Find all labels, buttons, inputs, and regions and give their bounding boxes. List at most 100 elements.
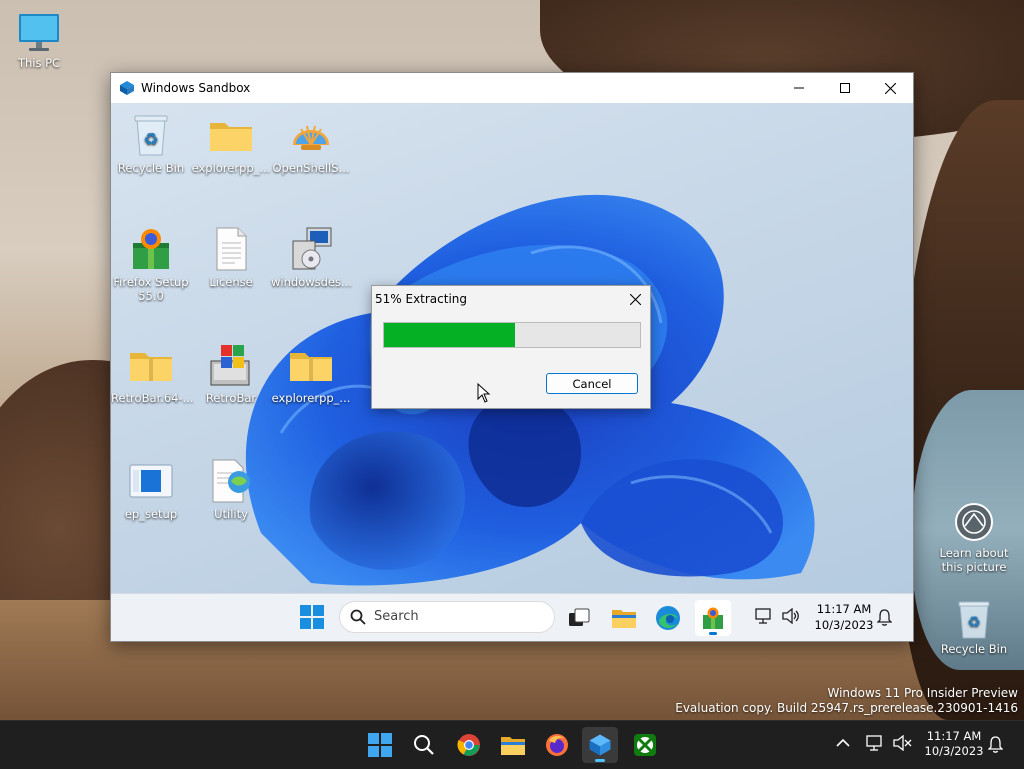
windows-sandbox-taskbar-button[interactable] xyxy=(582,727,618,763)
volume-muted-icon xyxy=(893,734,912,752)
minimize-button[interactable] xyxy=(776,73,822,103)
sandbox-network-icon-button[interactable] xyxy=(755,608,773,627)
notification-button[interactable] xyxy=(987,736,1004,756)
sandbox-clock[interactable]: 11:17 AM 10/3/2023 xyxy=(809,601,879,633)
active-app-indicator xyxy=(595,759,605,762)
sandbox-icon-firefox-setup[interactable]: Firefox Setup 55.0 xyxy=(111,225,191,303)
desktop-icon-label: License xyxy=(209,275,253,289)
desktop-icon-recycle-bin[interactable]: ♻ Recycle Bin xyxy=(937,598,1011,656)
windows-sandbox-icon xyxy=(120,81,134,95)
sandbox-firefox-setup-taskbar-button[interactable] xyxy=(695,600,731,636)
volume-button[interactable] xyxy=(892,734,912,754)
window-title: Windows Sandbox xyxy=(141,81,251,95)
host-taskbar: 11:17 AM 10/3/2023 xyxy=(0,720,1024,769)
clock-time: 11:17 AM xyxy=(816,602,872,616)
installer-icon xyxy=(292,227,332,270)
network-button[interactable] xyxy=(866,735,884,754)
retrobar-icon xyxy=(210,345,250,386)
chrome-button[interactable] xyxy=(451,727,487,763)
xbox-button[interactable] xyxy=(627,727,663,763)
sandbox-icon-recycle-bin[interactable]: ♻ Recycle Bin xyxy=(111,111,191,175)
folder-zip-icon xyxy=(210,123,252,151)
firefox-setup-icon xyxy=(133,229,169,269)
bell-icon xyxy=(987,736,1004,753)
file-explorer-button[interactable] xyxy=(495,727,531,763)
extraction-progress-bar xyxy=(383,322,641,348)
sandbox-icon-explorerpp-2[interactable]: explorerpp_... xyxy=(271,341,351,405)
minimize-icon xyxy=(794,87,804,89)
sandbox-icon-retrobar[interactable]: RetroBar xyxy=(191,341,271,405)
desktop-icon-label: Firefox Setup 55.0 xyxy=(113,275,189,303)
chrome-icon xyxy=(457,734,480,756)
recycle-bin-icon: ♻ xyxy=(134,115,168,156)
sandbox-notification-button[interactable] xyxy=(876,609,893,629)
desktop-icon-this-pc[interactable]: This PC xyxy=(2,10,76,70)
maximize-button[interactable] xyxy=(822,73,868,103)
extracting-dialog[interactable]: 51% Extracting Cancel xyxy=(371,285,651,409)
progress-fill xyxy=(384,323,515,347)
chevron-up-icon xyxy=(836,738,850,747)
monitor-icon xyxy=(19,14,59,51)
sandbox-icon-license[interactable]: License xyxy=(191,225,271,289)
active-app-indicator xyxy=(709,632,717,635)
edge-icon xyxy=(656,606,680,630)
desktop-icon-learn-about-picture[interactable]: Learn about this picture xyxy=(937,502,1011,574)
xbox-icon xyxy=(634,734,656,756)
search-icon xyxy=(414,735,434,755)
desktop-icon-label: OpenShellS... xyxy=(272,161,350,175)
sandbox-task-view-button[interactable] xyxy=(563,602,595,634)
svg-text:♻: ♻ xyxy=(967,613,980,631)
file-explorer-icon xyxy=(501,737,525,755)
desktop-icon-label: windowsdes... xyxy=(271,275,352,289)
dialog-close-button[interactable] xyxy=(624,289,646,309)
firefox-button[interactable] xyxy=(539,727,575,763)
watermark-line-1: Windows 11 Pro Insider Preview xyxy=(827,686,1018,700)
sandbox-icon-explorerpp-1[interactable]: explorerpp_... xyxy=(191,111,271,175)
desktop-icon-label: RetroBar xyxy=(205,391,257,405)
sandbox-titlebar[interactable]: Windows Sandbox xyxy=(111,73,913,103)
recycle-bin-icon: ♻ xyxy=(958,601,990,639)
dialog-title: 51% Extracting xyxy=(375,292,468,306)
camera-info-icon xyxy=(955,503,993,541)
watermark-line-2: Evaluation copy. Build 25947.rs_prerelea… xyxy=(675,701,1018,715)
sandbox-volume-button[interactable] xyxy=(781,607,801,627)
sandbox-icon-retrobar-zip[interactable]: RetroBar.64-... xyxy=(111,341,194,405)
sandbox-icon-windowsdesktop[interactable]: windowsdes... xyxy=(271,225,352,289)
svg-text:♻: ♻ xyxy=(143,130,158,150)
sandbox-start-button[interactable] xyxy=(297,602,327,632)
sandbox-file-explorer-button[interactable] xyxy=(608,602,640,634)
cancel-button[interactable]: Cancel xyxy=(546,373,638,394)
ep-setup-icon xyxy=(129,464,173,498)
volume-icon xyxy=(782,607,799,625)
taskbar-search-button[interactable] xyxy=(406,727,442,763)
search-icon xyxy=(350,609,366,625)
network-icon xyxy=(755,608,771,624)
close-button[interactable] xyxy=(867,73,913,103)
desktop-icon-label: Utility xyxy=(214,507,248,521)
show-hidden-icons-button[interactable] xyxy=(836,737,850,751)
desktop-icon-label: This PC xyxy=(17,56,61,70)
clock-date: 10/3/2023 xyxy=(814,618,874,632)
firefox-icon xyxy=(546,734,568,756)
start-button[interactable] xyxy=(362,727,398,763)
firefox-setup-icon xyxy=(703,607,723,629)
sandbox-edge-button[interactable] xyxy=(652,602,684,634)
sandbox-search-box[interactable]: Search xyxy=(339,601,555,633)
desktop-icon-label: ep_setup xyxy=(124,507,178,521)
windows-sandbox-icon xyxy=(589,734,611,756)
folder-zip-icon xyxy=(130,353,172,381)
clock-time: 11:17 AM xyxy=(926,729,982,743)
sandbox-taskbar: Search 11:17 AM 10/3/2023 xyxy=(111,593,913,641)
network-icon xyxy=(866,735,882,751)
host-clock[interactable]: 11:17 AM 10/3/2023 xyxy=(918,729,990,759)
task-view-icon xyxy=(569,608,590,626)
sandbox-icon-ep-setup[interactable]: ep_setup xyxy=(111,457,191,521)
utility-icon xyxy=(212,459,250,503)
desktop-icon-label: Recycle Bin xyxy=(940,642,1008,656)
close-icon xyxy=(629,293,641,305)
sandbox-icon-utility[interactable]: Utility xyxy=(191,457,271,521)
document-icon xyxy=(216,227,247,271)
evaluation-watermark: Windows 11 Pro Insider Preview Evaluatio… xyxy=(675,686,1018,716)
maximize-icon xyxy=(840,83,850,93)
sandbox-icon-openshell[interactable]: OpenShellS... xyxy=(271,111,351,175)
